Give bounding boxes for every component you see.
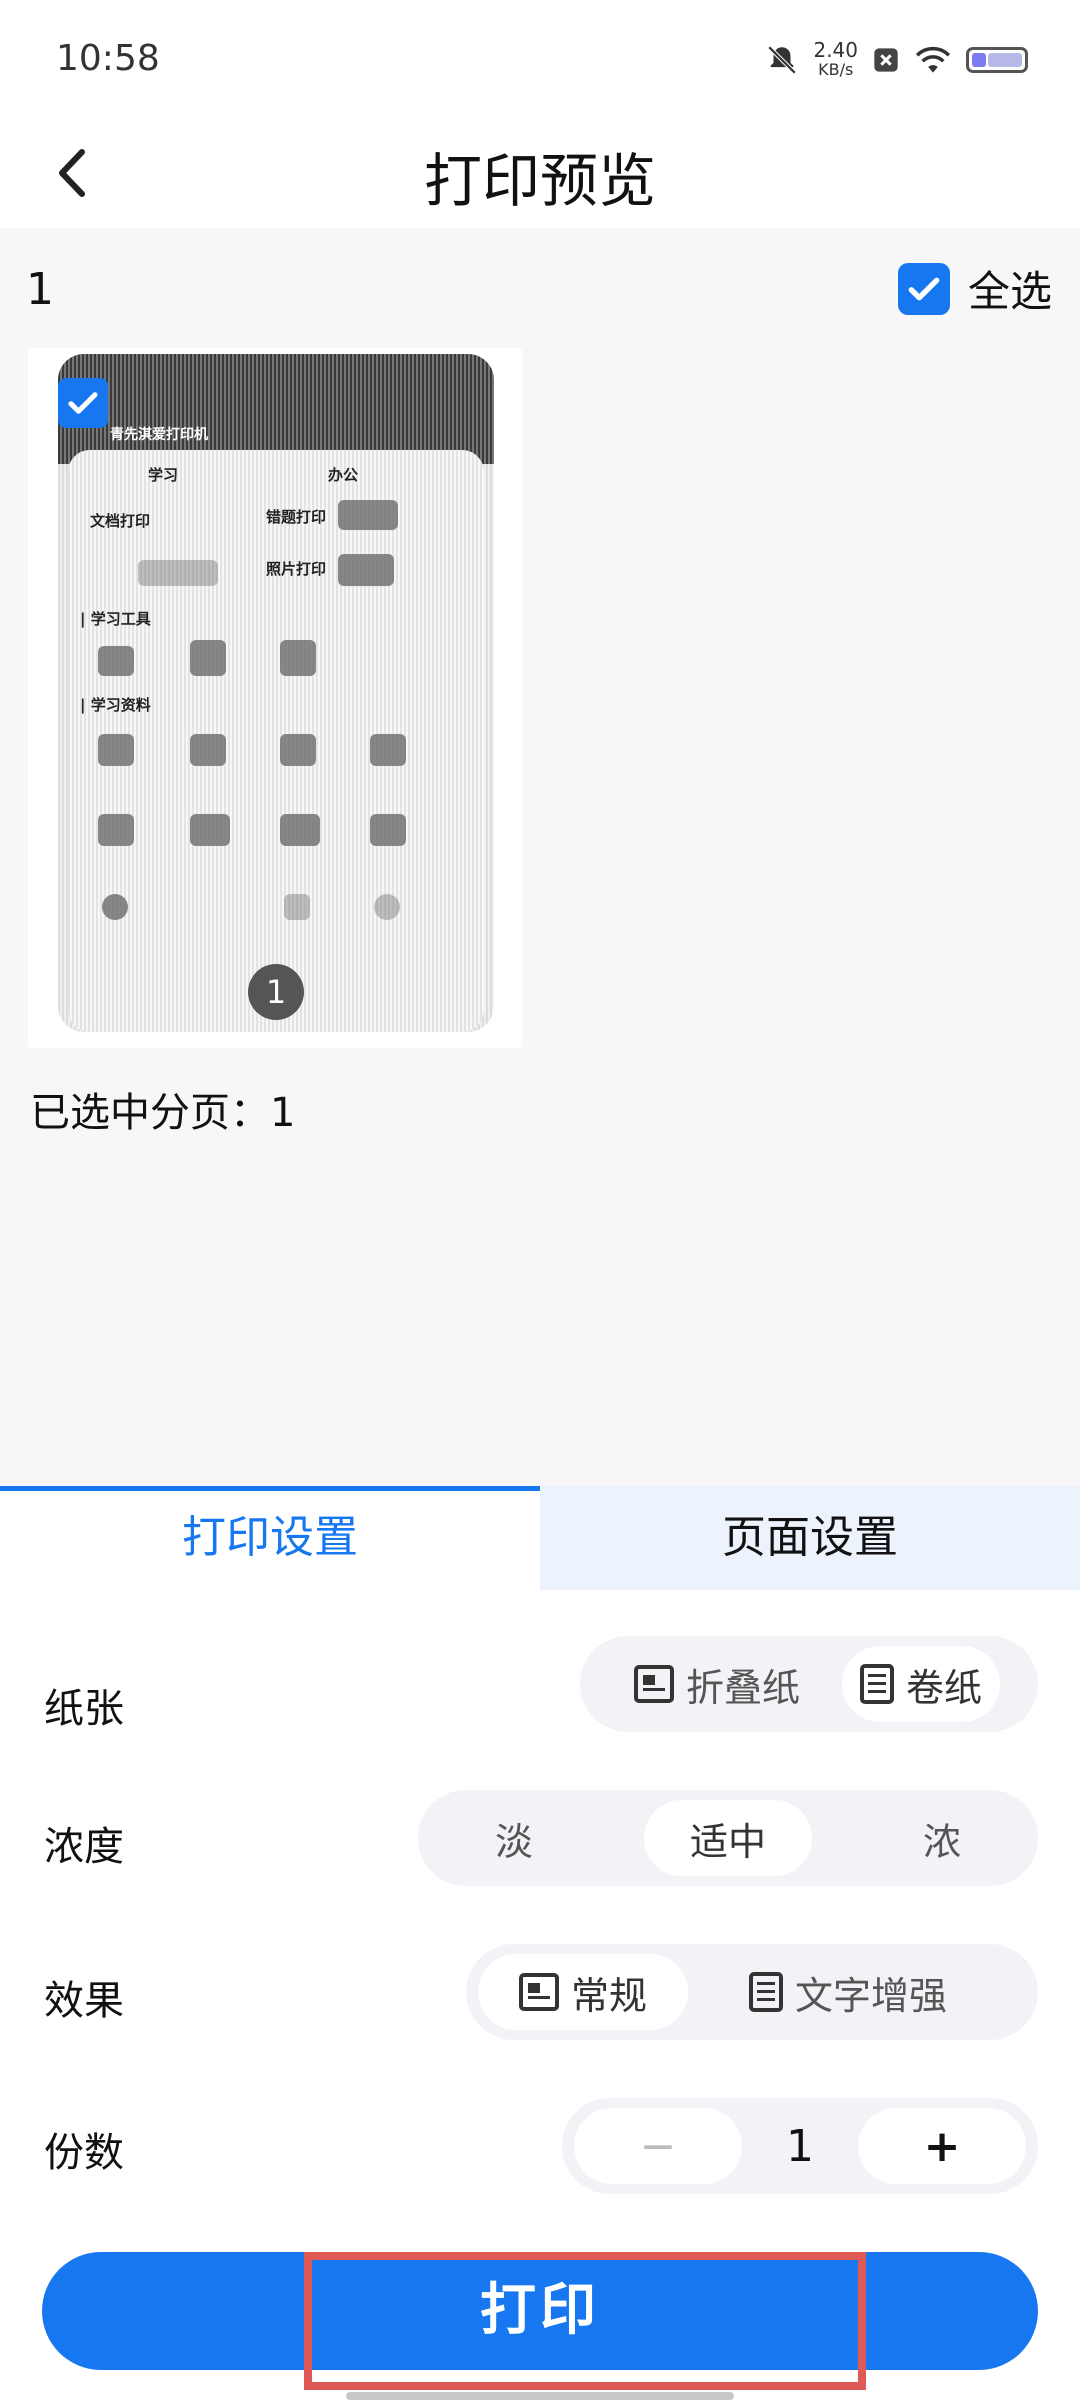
- copies-stepper: − 1 +: [562, 2098, 1038, 2194]
- paper-option-roll-label: 卷纸: [905, 1665, 982, 1710]
- thumb-graphic: [338, 500, 398, 530]
- tab-print-settings[interactable]: 打印设置: [0, 1486, 540, 1590]
- density-option-light[interactable]: 淡: [430, 1800, 598, 1876]
- density-selector: 淡 适中 浓: [418, 1790, 1038, 1886]
- speed-value: 2.40: [813, 38, 858, 62]
- thumb-study-materials: | 学习资料: [80, 696, 151, 714]
- thumb-tool-icon: [190, 640, 226, 676]
- checkmark-icon: [68, 392, 98, 414]
- thumbnail-image: 青先淇爱打印机 学习 办公 文档打印 错题打印 照片打印 | 学习工具 | 学习…: [58, 354, 494, 1032]
- thumb-photo-print: 照片打印: [266, 560, 327, 578]
- thumb-graphic: [138, 560, 218, 586]
- paper-option-folded[interactable]: 折叠纸: [592, 1646, 842, 1722]
- density-option-medium[interactable]: 适中: [644, 1800, 812, 1876]
- density-label: 浓度: [44, 1824, 124, 1870]
- thumb-material-icon: [280, 734, 316, 766]
- select-all-checkbox[interactable]: [897, 262, 950, 315]
- thumb-material-icon: [98, 734, 134, 766]
- thumb-material-icon: [370, 814, 406, 846]
- close-box-icon: [874, 48, 898, 72]
- effect-option-normal-label: 常规: [570, 1973, 647, 2018]
- paper-label: 纸张: [44, 1686, 124, 1732]
- thumb-nav-icon: [284, 894, 310, 920]
- thumb-graphic: [338, 554, 394, 586]
- copies-label: 份数: [44, 2130, 124, 2176]
- thumb-tool-icon: [98, 646, 134, 676]
- effect-normal-icon: [518, 1973, 559, 2011]
- thumbnail-topbar: 青先淇爱打印机: [58, 354, 494, 464]
- density-option-dark[interactable]: 浓: [858, 1800, 1026, 1876]
- preview-area: 1 全选 青先淇爱打印机 学习 办公 文档打印 错题打印 照片打印 | 学习工具…: [0, 228, 1080, 1488]
- page-title: 打印预览: [423, 147, 656, 215]
- status-time: 10:58: [56, 38, 160, 79]
- thumb-material-icon: [280, 814, 320, 846]
- thumbnail-card: 学习 办公 文档打印 错题打印 照片打印 | 学习工具 | 学习资料: [68, 450, 484, 1032]
- paper-roll-icon: [859, 1664, 894, 1704]
- paper-folded-icon: [633, 1665, 674, 1703]
- battery-icon: [966, 47, 1028, 73]
- select-all-toggle[interactable]: 全选: [897, 258, 1052, 319]
- header: 打印预览: [0, 120, 1080, 228]
- network-speed: 2.40 KB/s: [813, 40, 858, 80]
- settings-tabs: 打印设置 页面设置: [0, 1486, 1080, 1590]
- effect-option-text-enhance[interactable]: 文字增强: [688, 1954, 1008, 2030]
- checkmark-icon: [908, 277, 940, 300]
- status-bar: 10:58 2.40 KB/s: [0, 0, 1080, 120]
- wifi-icon: [915, 46, 951, 73]
- effect-label: 效果: [44, 1978, 124, 2024]
- print-button[interactable]: 打印: [42, 2252, 1038, 2370]
- tab-page-settings[interactable]: 页面设置: [540, 1486, 1080, 1590]
- selected-pages-info: 已选中分页：1: [30, 1090, 296, 1136]
- thumb-material-icon: [98, 814, 134, 846]
- home-indicator: [346, 2392, 734, 2400]
- thumb-doc-print: 文档打印: [90, 512, 151, 530]
- thumb-nav-icon: [102, 894, 128, 920]
- mute-icon: [768, 45, 797, 75]
- paper-option-roll[interactable]: 卷纸: [842, 1646, 1000, 1722]
- speed-unit: KB/s: [818, 60, 854, 79]
- page-count: 1: [26, 264, 54, 315]
- thumb-nav-icon: [374, 894, 400, 920]
- paper-selector: 折叠纸 卷纸: [580, 1636, 1038, 1732]
- thumb-material-icon: [190, 814, 230, 846]
- thumb-app-name: 青先淇爱打印机: [110, 427, 208, 443]
- thumb-material-icon: [190, 734, 226, 766]
- thumb-error-print: 错题打印: [266, 508, 327, 526]
- thumb-tab-study: 学习: [148, 466, 179, 484]
- thumb-tab-office: 办公: [328, 466, 359, 484]
- thumb-material-icon: [370, 734, 406, 766]
- effect-selector: 常规 文字增强: [466, 1944, 1038, 2040]
- status-icons: 2.40 KB/s: [765, 40, 1028, 80]
- thumb-study-tools: | 学习工具: [80, 610, 151, 628]
- page-thumbnail[interactable]: 青先淇爱打印机 学习 办公 文档打印 错题打印 照片打印 | 学习工具 | 学习…: [28, 348, 522, 1048]
- effect-option-normal[interactable]: 常规: [478, 1954, 688, 2030]
- select-all-label: 全选: [967, 267, 1052, 316]
- copies-value[interactable]: 1: [745, 2121, 855, 2172]
- copies-decrement-button[interactable]: −: [574, 2108, 742, 2184]
- thumb-tool-icon: [280, 640, 316, 676]
- copies-increment-button[interactable]: +: [858, 2108, 1026, 2184]
- page-number-badge: 1: [248, 964, 304, 1020]
- page-checkbox[interactable]: [58, 378, 108, 428]
- effect-text-icon: [748, 1972, 783, 2012]
- effect-option-text-enhance-label: 文字增强: [794, 1973, 947, 2018]
- paper-option-folded-label: 折叠纸: [685, 1665, 800, 1710]
